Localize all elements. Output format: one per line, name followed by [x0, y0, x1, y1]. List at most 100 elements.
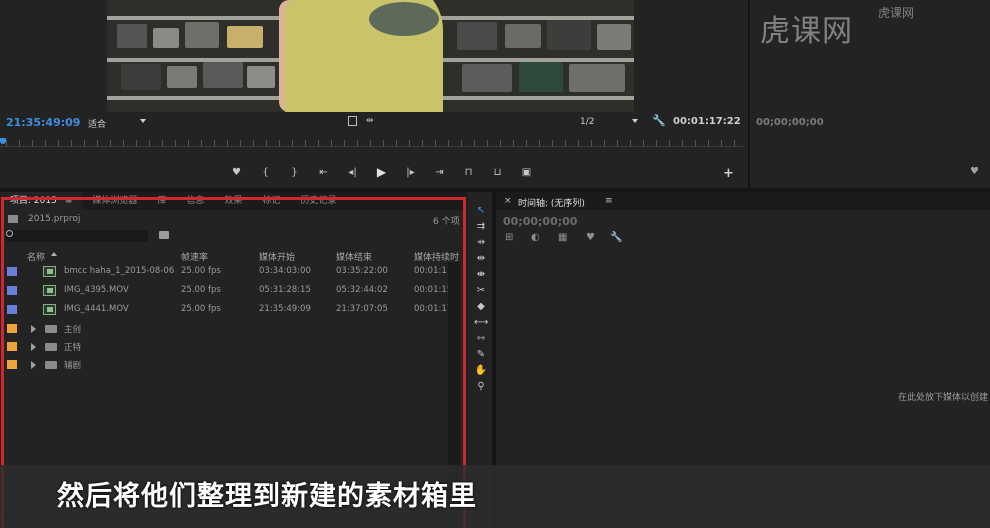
playback-resolution-select[interactable]: 1/2 [580, 117, 594, 127]
slide-tool-icon[interactable]: ⟷ [474, 316, 488, 330]
program-video-frame [107, 0, 634, 112]
marker-icon[interactable]: ♥ [970, 166, 979, 177]
program-time-ruler[interactable] [0, 136, 744, 152]
rate-stretch-tool-icon[interactable]: ⇼ [474, 268, 488, 282]
go-to-in-icon[interactable]: ⇤ [309, 167, 338, 178]
ruler-tick [292, 140, 293, 146]
ruler-tick [253, 140, 254, 146]
product [203, 62, 243, 88]
ruler-tick [331, 140, 332, 146]
ruler-tick [84, 140, 85, 146]
video-subtitle: 然后将他们整理到新建的素材箱里 [57, 481, 477, 512]
ruler-tick [45, 140, 46, 146]
source-timecode[interactable]: 00;00;00;00 [756, 117, 824, 128]
ruler-tick [604, 140, 605, 146]
marker-icon[interactable]: ♥ [586, 232, 595, 243]
rolling-edit-tool-icon[interactable]: ⇹ [474, 252, 488, 266]
product [505, 24, 541, 48]
ruler-tick [6, 140, 7, 146]
ruler-tick [500, 140, 501, 146]
program-timecode-current[interactable]: 21:35:49:09 [6, 116, 80, 129]
tab-timeline[interactable]: 时间轴: (无序列) [518, 196, 585, 209]
zoom-tool-icon[interactable]: ⚲ [474, 380, 488, 394]
ruler-tick [71, 140, 72, 146]
marker-icon[interactable]: ♥ [222, 167, 251, 178]
panel-menu-icon[interactable]: ≡ [605, 196, 613, 206]
ruler-tick [396, 140, 397, 146]
ruler-tick [656, 140, 657, 146]
ruler-tick [383, 140, 384, 146]
ruler-tick [526, 140, 527, 146]
ruler-tick [643, 140, 644, 146]
ruler-tick [682, 140, 683, 146]
ruler-tick [513, 140, 514, 146]
ruler-tick [240, 140, 241, 146]
ruler-tick [149, 140, 150, 146]
safe-margins-icon[interactable] [348, 116, 357, 126]
ruler-tick [721, 140, 722, 146]
timeline-timecode[interactable]: 00;00;00;00 [503, 215, 577, 228]
ruler-tick [266, 140, 267, 146]
ruler-tick [565, 140, 566, 146]
drag-video-icon[interactable]: ⇹ [366, 116, 374, 126]
export-frame-icon[interactable]: ▣ [512, 167, 541, 178]
mark-in-icon[interactable]: { [251, 167, 280, 178]
watermark-logo: 虎课网 [760, 14, 853, 49]
button-editor-plus-button[interactable]: + [723, 166, 734, 181]
track-select-tool-icon[interactable]: ⇉ [474, 220, 488, 234]
ruler-tick [110, 140, 111, 146]
ruler-tick [591, 140, 592, 146]
linked-selection-icon[interactable]: ◐ [531, 232, 540, 243]
razor-tool-icon[interactable]: ✂ [474, 284, 488, 298]
step-forward-icon[interactable]: |▸ [396, 167, 425, 178]
product [462, 64, 512, 92]
chevron-down-icon[interactable] [140, 119, 146, 123]
product [167, 66, 197, 88]
ruler-tick [422, 140, 423, 146]
product [227, 26, 263, 48]
ruler-tick [227, 140, 228, 146]
product [185, 22, 219, 48]
mark-out-icon[interactable]: } [280, 167, 309, 178]
pen-tool-icon[interactable]: ✎ [474, 348, 488, 362]
slip-tool-icon[interactable]: ◆ [474, 300, 488, 314]
step-back-icon[interactable]: ◂| [338, 167, 367, 178]
ruler-tick [539, 140, 540, 146]
chevron-down-icon[interactable] [632, 119, 638, 123]
ruler-tick [474, 140, 475, 146]
play-icon[interactable]: ▶ [367, 165, 396, 179]
product [547, 20, 591, 50]
ruler-tick [58, 140, 59, 146]
ruler-tick [370, 140, 371, 146]
ruler-tick [734, 140, 735, 146]
go-to-out-icon[interactable]: ⇥ [425, 167, 454, 178]
snap-icon[interactable]: ⊞ [505, 232, 513, 243]
ruler-tick [136, 140, 137, 146]
ruler-tick [708, 140, 709, 146]
watermark-sub: 虎课网 [878, 6, 915, 20]
ruler-tick [162, 140, 163, 146]
ripple-edit-tool-icon[interactable]: ⇸ [474, 236, 488, 250]
ruler-tick [617, 140, 618, 146]
ruler-tick [409, 140, 410, 146]
ruler-tick [19, 140, 20, 146]
ruler-tick [279, 140, 280, 146]
product [457, 22, 497, 50]
close-icon[interactable]: × [504, 196, 512, 206]
ruler-tick [435, 140, 436, 146]
ruler-tick [552, 140, 553, 146]
hand-tool-icon[interactable]: ✋ [474, 364, 488, 378]
program-timecode-duration: 00:01:17:22 [673, 116, 741, 127]
ruler-tick [487, 140, 488, 146]
playhead[interactable] [0, 138, 6, 144]
wrench-icon[interactable]: 🔧 [610, 232, 622, 243]
extract-icon[interactable]: ⊔ [483, 167, 512, 178]
add-marker-icon[interactable]: ▦ [558, 232, 567, 243]
pen-tool-icon[interactable]: ⇿ [474, 332, 488, 346]
drop-media-hint: 在此处放下媒体以创建 [898, 393, 989, 403]
lift-icon[interactable]: ⊓ [454, 167, 483, 178]
wrench-icon[interactable]: 🔧 [652, 114, 666, 127]
zoom-fit-select[interactable]: 适合 [88, 117, 106, 130]
selection-tool-icon[interactable]: ↖ [474, 204, 488, 218]
ruler-tick [669, 140, 670, 146]
